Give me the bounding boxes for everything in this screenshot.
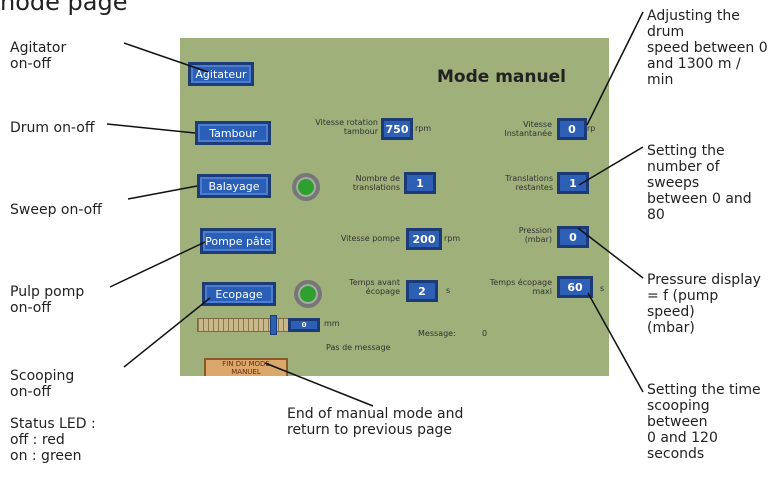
scooping-leader-line [123,297,211,368]
time-scooping-leader-line [587,292,644,393]
sweeps-leader-line [578,146,644,186]
drum-speed-leader-line [586,11,644,126]
agitator-leader-line [123,42,209,73]
sweep-leader-line [127,185,198,200]
end-manual-leader-line [264,362,374,407]
pressure-leader-line [577,227,644,279]
drum-leader-line [106,123,196,134]
leader-lines [106,11,644,407]
pulp-leader-line [109,241,206,288]
